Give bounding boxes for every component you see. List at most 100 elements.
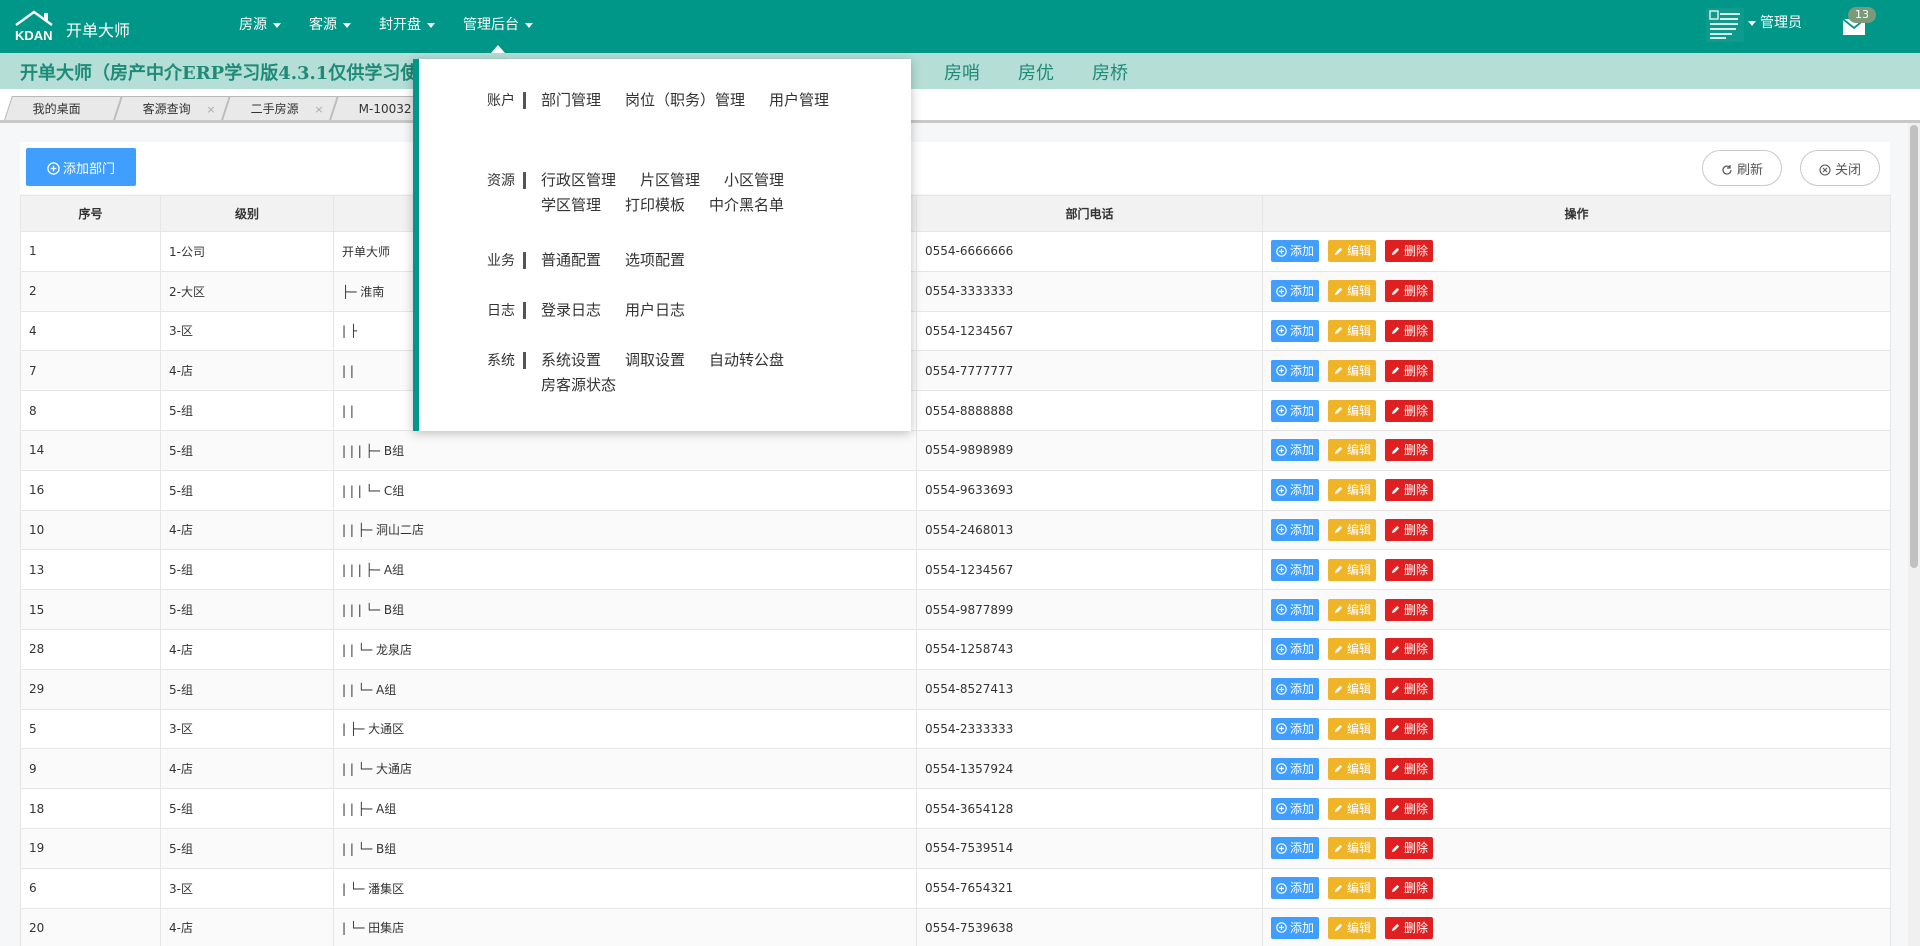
nav-item-customers[interactable]: 客源 xyxy=(298,0,362,53)
row-edit-button[interactable]: 编辑 xyxy=(1328,877,1377,900)
scrollbar-thumb[interactable] xyxy=(1910,125,1918,568)
row-edit-button[interactable]: 编辑 xyxy=(1328,916,1377,939)
row-delete-button[interactable]: 删除 xyxy=(1385,479,1434,502)
row-edit-button[interactable]: 编辑 xyxy=(1328,837,1377,860)
row-edit-button[interactable]: 编辑 xyxy=(1328,797,1377,820)
table-row[interactable]: 10 4-店 | | ├─ 洞山二店 0554-2468013 添加 编辑 删除 xyxy=(20,509,1891,551)
row-edit-button[interactable]: 编辑 xyxy=(1328,399,1377,422)
menu-item-user-log[interactable]: 用户日志 xyxy=(625,295,685,325)
tab-customer-query[interactable]: 客源查询 × xyxy=(114,96,230,120)
banner-link-fangqiao[interactable]: 房桥 xyxy=(1092,59,1128,85)
refresh-button[interactable]: 刷新 xyxy=(1702,150,1783,186)
row-edit-button[interactable]: 编辑 xyxy=(1328,518,1377,541)
row-edit-button[interactable]: 编辑 xyxy=(1328,479,1377,502)
table-row[interactable]: 7 4-店 | | 0554-7777777 添加 编辑 删除 xyxy=(20,350,1891,392)
nav-item-admin[interactable]: 管理后台 xyxy=(452,0,544,53)
row-edit-button[interactable]: 编辑 xyxy=(1328,757,1377,780)
row-edit-button[interactable]: 编辑 xyxy=(1328,240,1377,263)
row-delete-button[interactable]: 删除 xyxy=(1385,638,1434,661)
add-department-button[interactable]: 添加部门 xyxy=(26,148,136,186)
column-header-id[interactable]: 序号 xyxy=(20,195,161,232)
close-button[interactable]: 关闭 xyxy=(1800,150,1881,186)
menu-item-print-template[interactable]: 打印模板 xyxy=(625,190,685,220)
row-add-button[interactable]: 添加 xyxy=(1271,638,1320,661)
row-edit-button[interactable]: 编辑 xyxy=(1328,598,1377,621)
column-header-phone[interactable]: 部门电话 xyxy=(916,195,1263,232)
row-delete-button[interactable]: 删除 xyxy=(1385,439,1434,462)
menu-item-login-log[interactable]: 登录日志 xyxy=(541,295,601,325)
row-delete-button[interactable]: 删除 xyxy=(1385,757,1434,780)
table-row[interactable]: 20 4-店 | └─ 田集店 0554-7539638 添加 编辑 删除 xyxy=(20,907,1891,946)
row-add-button[interactable]: 添加 xyxy=(1271,558,1320,581)
row-delete-button[interactable]: 删除 xyxy=(1385,240,1434,263)
column-header-level[interactable]: 级别 xyxy=(160,195,334,232)
row-delete-button[interactable]: 删除 xyxy=(1385,319,1434,342)
row-edit-button[interactable]: 编辑 xyxy=(1328,439,1377,462)
row-add-button[interactable]: 添加 xyxy=(1271,757,1320,780)
menu-item-option-config[interactable]: 选项配置 xyxy=(625,245,685,275)
table-row[interactable]: 13 5-组 | | | ├─ A组 0554-1234567 添加 编辑 删除 xyxy=(20,549,1891,591)
menu-item-department-management[interactable]: 部门管理 xyxy=(541,85,601,115)
page-scrollbar[interactable] xyxy=(1908,123,1920,946)
row-add-button[interactable]: 添加 xyxy=(1271,877,1320,900)
table-row[interactable]: 1 1-公司 开单大师 0554-6666666 添加 编辑 删除 xyxy=(20,231,1891,272)
row-add-button[interactable]: 添加 xyxy=(1271,240,1320,263)
menu-item-general-config[interactable]: 普通配置 xyxy=(541,245,601,275)
row-add-button[interactable]: 添加 xyxy=(1271,678,1320,701)
table-row[interactable]: 9 4-店 | | └─ 大通店 0554-1357924 添加 编辑 删除 xyxy=(20,748,1891,790)
row-edit-button[interactable]: 编辑 xyxy=(1328,280,1377,303)
row-add-button[interactable]: 添加 xyxy=(1271,717,1320,740)
tab-second-hand-housing[interactable]: 二手房源 × xyxy=(222,96,338,120)
menu-item-agent-blacklist[interactable]: 中介黑名单 xyxy=(709,190,784,220)
table-row[interactable]: 29 5-组 | | └─ A组 0554-8527413 添加 编辑 删除 xyxy=(20,668,1891,710)
menu-item-user-management[interactable]: 用户管理 xyxy=(769,85,829,115)
row-delete-button[interactable]: 删除 xyxy=(1385,359,1434,382)
row-delete-button[interactable]: 删除 xyxy=(1385,877,1434,900)
table-row[interactable]: 18 5-组 | | ├─ A组 0554-3654128 添加 编辑 删除 xyxy=(20,788,1891,829)
row-delete-button[interactable]: 删除 xyxy=(1385,837,1434,860)
menu-item-fetch-settings[interactable]: 调取设置 xyxy=(625,345,685,375)
row-add-button[interactable]: 添加 xyxy=(1271,359,1320,382)
row-delete-button[interactable]: 删除 xyxy=(1385,916,1434,939)
table-row[interactable]: 6 3-区 | └─ 潘集区 0554-7654321 添加 编辑 删除 xyxy=(20,867,1891,909)
row-add-button[interactable]: 添加 xyxy=(1271,399,1320,422)
nav-item-seal-open[interactable]: 封开盘 xyxy=(368,0,446,53)
table-row[interactable]: 8 5-组 | | 0554-8888888 添加 编辑 删除 xyxy=(20,390,1891,431)
table-row[interactable]: 28 4-店 | | └─ 龙泉店 0554-1258743 添加 编辑 删除 xyxy=(20,628,1891,670)
row-edit-button[interactable]: 编辑 xyxy=(1328,558,1377,581)
table-row[interactable]: 16 5-组 | | | └─ C组 0554-9633693 添加 编辑 删除 xyxy=(20,469,1891,511)
nav-item-housing[interactable]: 房源 xyxy=(228,0,292,53)
row-delete-button[interactable]: 删除 xyxy=(1385,797,1434,820)
row-add-button[interactable]: 添加 xyxy=(1271,598,1320,621)
qr-code-icon[interactable] xyxy=(1706,8,1744,42)
row-delete-button[interactable]: 删除 xyxy=(1385,518,1434,541)
row-edit-button[interactable]: 编辑 xyxy=(1328,717,1377,740)
row-add-button[interactable]: 添加 xyxy=(1271,280,1320,303)
tab-my-desktop[interactable]: 我的桌面 xyxy=(4,96,122,120)
logo[interactable]: KDAN 开单大师 xyxy=(14,8,130,44)
row-add-button[interactable]: 添加 xyxy=(1271,439,1320,462)
banner-link-fangyou[interactable]: 房优 xyxy=(1018,59,1054,85)
table-row[interactable]: 2 2-大区 ├─ 淮南 0554-3333333 添加 编辑 删除 xyxy=(20,270,1891,312)
banner-link-fangshao[interactable]: 房哨 xyxy=(944,59,980,85)
row-edit-button[interactable]: 编辑 xyxy=(1328,319,1377,342)
close-icon[interactable]: × xyxy=(314,98,323,122)
row-add-button[interactable]: 添加 xyxy=(1271,797,1320,820)
row-delete-button[interactable]: 删除 xyxy=(1385,399,1434,422)
menu-item-position-management[interactable]: 岗位（职务）管理 xyxy=(625,85,745,115)
row-delete-button[interactable]: 删除 xyxy=(1385,717,1434,740)
row-delete-button[interactable]: 删除 xyxy=(1385,558,1434,581)
table-row[interactable]: 14 5-组 | | | ├─ B组 0554-9898989 添加 编辑 删除 xyxy=(20,429,1891,471)
user-menu[interactable]: 管理员 xyxy=(1748,13,1802,33)
row-delete-button[interactable]: 删除 xyxy=(1385,598,1434,621)
row-add-button[interactable]: 添加 xyxy=(1271,916,1320,939)
row-add-button[interactable]: 添加 xyxy=(1271,837,1320,860)
menu-item-listing-status[interactable]: 房客源状态 xyxy=(541,370,616,400)
table-row[interactable]: 4 3-区 | ├ 0554-1234567 添加 编辑 删除 xyxy=(20,310,1891,352)
menu-item-auto-public[interactable]: 自动转公盘 xyxy=(709,345,784,375)
row-delete-button[interactable]: 删除 xyxy=(1385,678,1434,701)
table-row[interactable]: 15 5-组 | | | └─ B组 0554-9877899 添加 编辑 删除 xyxy=(20,589,1891,630)
menu-item-school-district-management[interactable]: 学区管理 xyxy=(541,190,601,220)
close-icon[interactable]: × xyxy=(206,98,215,122)
row-edit-button[interactable]: 编辑 xyxy=(1328,678,1377,701)
